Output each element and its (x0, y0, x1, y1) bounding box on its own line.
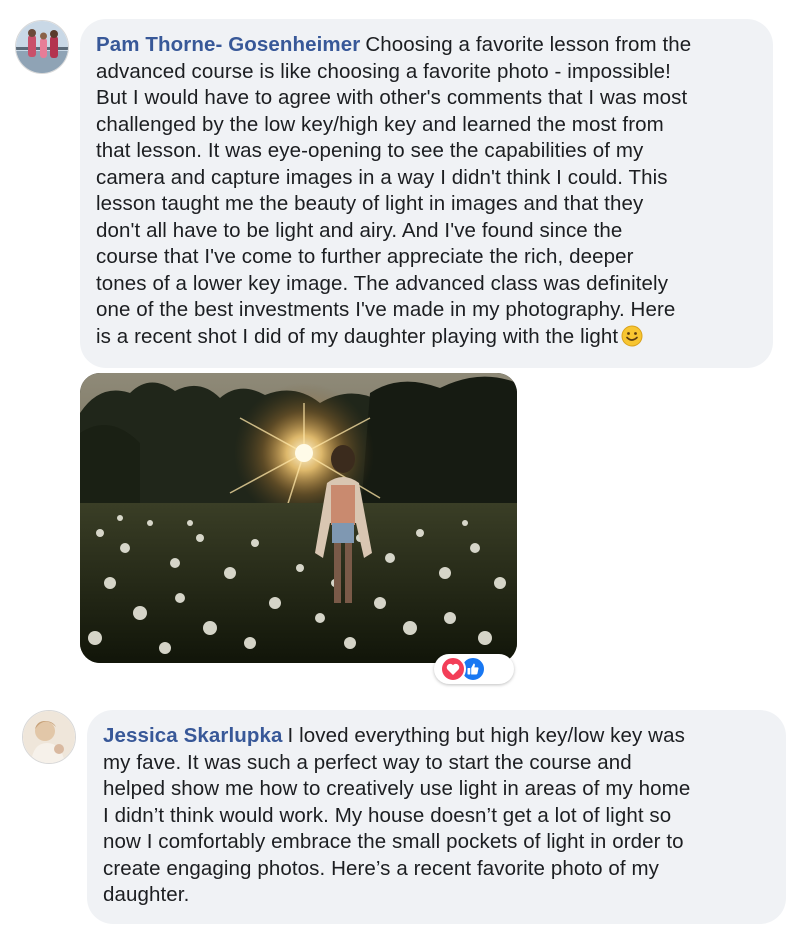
comment-text: daughter. (103, 883, 190, 906)
avatar[interactable] (15, 20, 69, 74)
avatar[interactable] (22, 710, 76, 764)
comment-text: is a recent shot I did of my daughter pl… (96, 324, 619, 348)
comment-text: lesson taught me the beauty of light in … (96, 192, 644, 215)
photo-image (80, 373, 517, 663)
comment-first-line: Jessica Skarlupka I loved everything but … (103, 723, 770, 750)
comment-bubble: Jessica Skarlupka I loved everything but … (87, 710, 786, 924)
comment-photo-attachment[interactable] (80, 373, 517, 663)
avatar-photo (16, 21, 68, 73)
comment-text: that lesson. It was eye-opening to see t… (96, 139, 644, 162)
avatar-photo (23, 711, 75, 763)
comment-text: I didn’t think would work. My house does… (103, 803, 672, 827)
author-name-link[interactable]: Jessica Skarlupka (103, 724, 283, 747)
comment-text: don't all have to be light and airy. And… (96, 218, 623, 242)
smiley-emoji-icon (621, 325, 643, 346)
comment-text: challenged by the low key/high key and l… (96, 112, 664, 136)
author-name-link[interactable]: Pam Thorne- Gosenheimer (96, 33, 360, 56)
comment-text: course that I've come to further appreci… (96, 245, 634, 268)
comment-text: now I comfortably embrace the small pock… (103, 830, 684, 853)
comment-text: one of the best investments I've made in… (96, 298, 676, 321)
comment-first-line: Pam Thorne- Gosenheimer Choosing a favori… (96, 32, 757, 59)
comment-text: I loved everything but high key/low key … (287, 724, 685, 747)
comment-text: Choosing a favorite lesson from the (365, 33, 692, 56)
comment-last-line: is a recent shot I did of my daughter pl… (96, 324, 757, 351)
comment-text: advanced course is like choosing a favor… (96, 59, 671, 83)
comment-text: helped show me how to creatively use lig… (103, 777, 691, 800)
comment-text: But I would have to agree with other's c… (96, 86, 688, 109)
comment-text: tones of a lower key image. The advanced… (96, 271, 669, 295)
comment-text: create engaging photos. Here’s a recent … (103, 856, 660, 880)
reaction-summary[interactable] (434, 654, 514, 684)
comment-text: my fave. It was such a perfect way to st… (103, 750, 632, 774)
comment-text: camera and capture images in a way I did… (96, 165, 668, 189)
love-reaction-icon (440, 656, 466, 682)
comment-bubble: Pam Thorne- Gosenheimer Choosing a favori… (80, 19, 773, 368)
